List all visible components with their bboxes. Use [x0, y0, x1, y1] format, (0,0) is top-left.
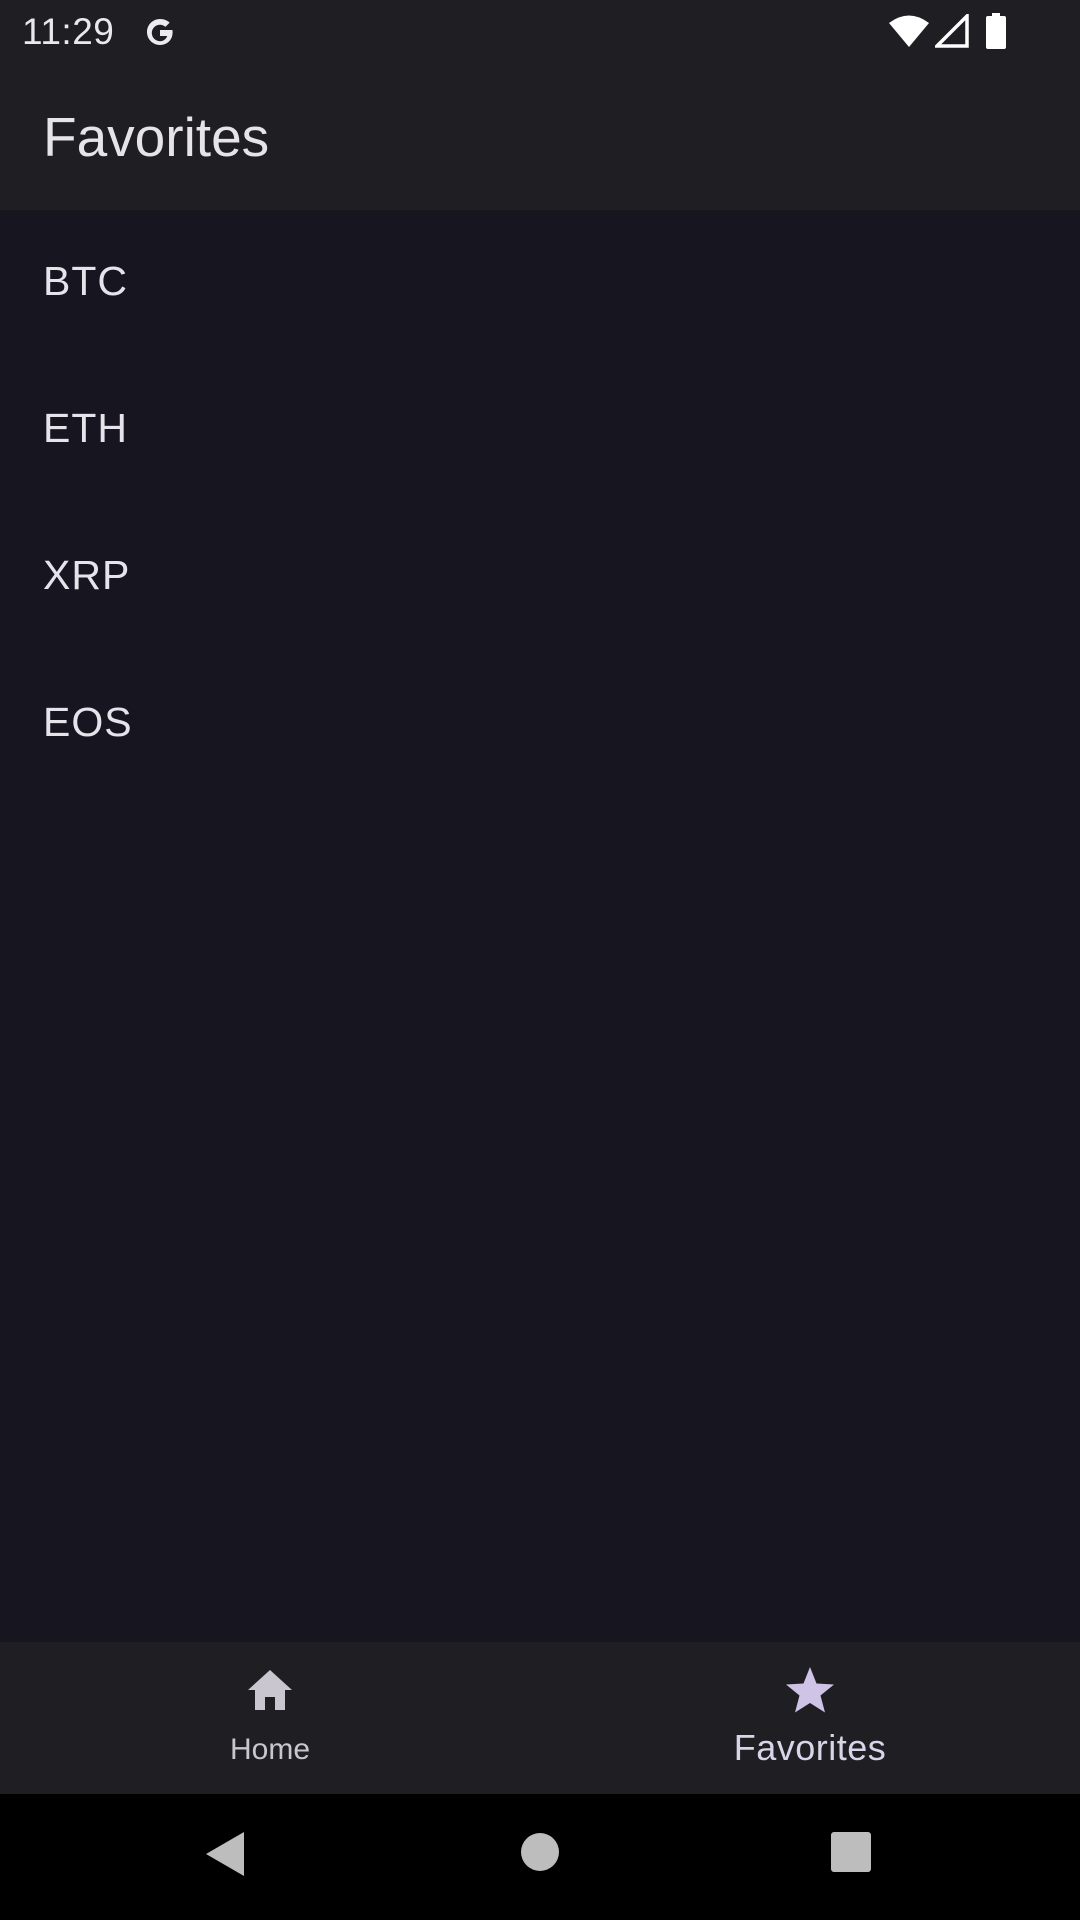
list-item[interactable]: BTC — [0, 210, 1080, 357]
screen: 11:29 Favorites BTC ETH XRP EOS Home Fav… — [0, 0, 1080, 1920]
nav-item-favorites[interactable]: Favorites — [540, 1642, 1080, 1794]
google-g-icon — [147, 19, 173, 45]
favorites-list: BTC ETH XRP EOS — [0, 210, 1080, 798]
star-icon — [786, 1667, 834, 1713]
status-bar: 11:29 — [0, 0, 1080, 64]
page-title: Favorites — [43, 106, 270, 168]
list-item-label: ETH — [43, 405, 128, 451]
list-item[interactable]: XRP — [0, 504, 1080, 651]
app-bar: Favorites — [0, 64, 1080, 210]
system-navigation-bar — [0, 1794, 1080, 1920]
back-icon[interactable] — [204, 1830, 246, 1878]
signal-icon — [935, 14, 969, 48]
list-item-label: EOS — [43, 699, 133, 745]
home-circle-icon[interactable] — [520, 1832, 560, 1872]
recents-icon[interactable] — [831, 1832, 871, 1872]
nav-item-home[interactable]: Home — [0, 1642, 540, 1794]
nav-label-home: Home — [229, 1733, 311, 1766]
nav-label-favorites: Favorites — [733, 1727, 887, 1768]
wifi-icon — [889, 15, 929, 47]
list-item-label: XRP — [43, 552, 131, 598]
bottom-navigation: Home Favorites — [0, 1642, 1080, 1794]
list-item-label: BTC — [43, 258, 128, 304]
list-item[interactable]: EOS — [0, 651, 1080, 798]
home-icon — [248, 1670, 292, 1710]
status-time: 11:29 — [22, 11, 115, 52]
battery-icon — [986, 13, 1006, 49]
list-item[interactable]: ETH — [0, 357, 1080, 504]
